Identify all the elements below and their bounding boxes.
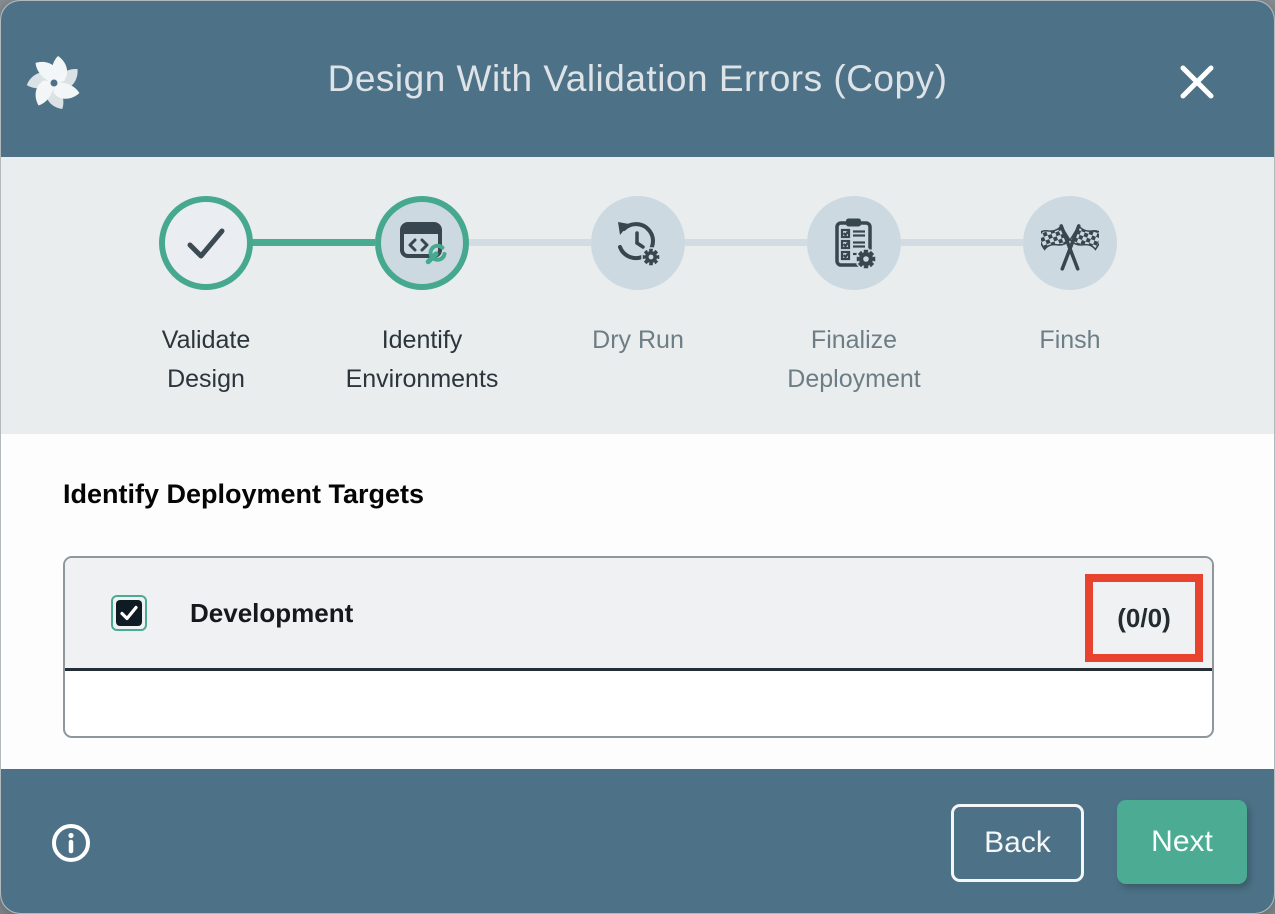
close-icon[interactable] [1173, 58, 1221, 106]
wizard-body: Identify Deployment Targets Development … [1, 434, 1274, 769]
step-label: Finalize Deployment [768, 321, 940, 399]
stepper-step-finish: Finsh [962, 157, 1178, 360]
modal-title: Design With Validation Errors (Copy) [1, 1, 1274, 157]
step-circle-upcoming[interactable] [591, 196, 685, 290]
check-icon [177, 214, 235, 272]
modal-footer: Back Next [1, 769, 1274, 914]
clipboard-gear-icon [827, 215, 881, 271]
step-circle-active[interactable] [375, 196, 469, 290]
stepper-step-validate-design: Validate Design [98, 157, 314, 399]
step-circle-complete[interactable] [159, 196, 253, 290]
info-icon[interactable] [49, 821, 93, 865]
step-label: Validate Design [120, 321, 292, 399]
target-row-development: Development (0/0) [65, 558, 1212, 671]
checkbox-checked-state [116, 600, 142, 626]
checkered-flags-icon [1041, 215, 1099, 271]
code-window-wrench-icon [395, 218, 449, 268]
next-button[interactable]: Next [1117, 800, 1247, 884]
target-label: Development [190, 598, 353, 629]
stepper-step-finalize-deployment: Finalize Deployment [746, 157, 962, 399]
development-checkbox[interactable] [111, 595, 147, 631]
target-count: (0/0) [1117, 603, 1170, 634]
deployment-targets-list: Development (0/0) [63, 556, 1214, 738]
step-label: Dry Run [552, 321, 724, 360]
annotation-highlight-box: (0/0) [1085, 574, 1203, 662]
deployment-wizard-modal: Design With Validation Errors (Copy) Val… [0, 0, 1275, 914]
back-button[interactable]: Back [951, 804, 1084, 882]
stepper-step-identify-environments: Identify Environments [314, 157, 530, 399]
wizard-stepper: Validate Design Identify Environments [1, 157, 1274, 434]
stepper-step-dry-run: Dry Run [530, 157, 746, 360]
step-circle-upcoming[interactable] [807, 196, 901, 290]
history-gear-icon [611, 216, 665, 270]
step-circle-upcoming[interactable] [1023, 196, 1117, 290]
step-label: Identify Environments [336, 321, 508, 399]
step-label: Finsh [984, 321, 1156, 360]
modal-header: Design With Validation Errors (Copy) [1, 1, 1274, 157]
checkmark-icon [118, 602, 140, 624]
page-title: Identify Deployment Targets [63, 479, 424, 510]
